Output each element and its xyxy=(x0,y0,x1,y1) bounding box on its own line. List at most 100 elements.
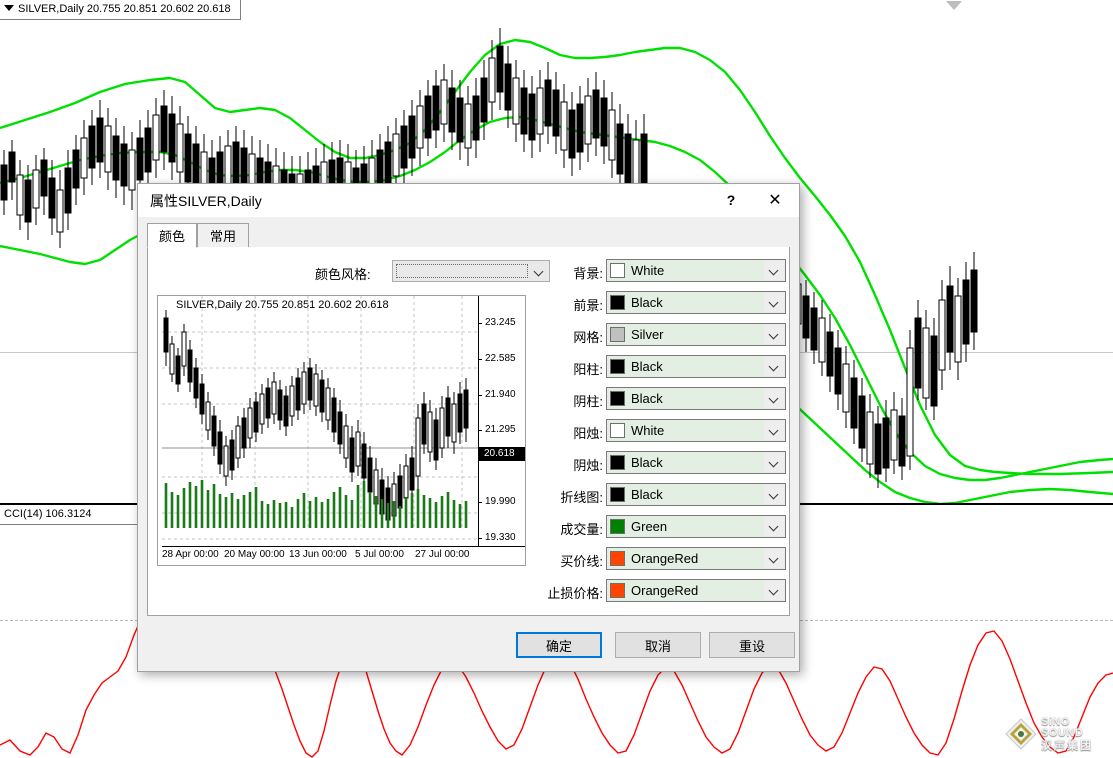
color-swatch xyxy=(610,327,625,342)
color-scheme-row: 颜色风格: xyxy=(315,260,550,284)
color-dropdown-foreground[interactable]: Black xyxy=(606,291,786,314)
chevron-down-icon[interactable] xyxy=(764,549,784,568)
price-pane-header: SILVER,Daily 20.755 20.851 20.602 20.618 xyxy=(0,0,241,20)
preview-price-tick: 19.990 xyxy=(485,496,516,507)
color-swatch xyxy=(610,551,625,566)
color-row-label: 阴烛: xyxy=(573,458,603,473)
color-row-bull-bar: 阳柱: Black xyxy=(548,355,788,381)
color-row-background: 背景: White xyxy=(548,259,788,285)
color-value: Black xyxy=(631,295,663,310)
color-row-label: 阳柱: xyxy=(573,362,603,377)
preview-date-tick: 28 Apr 00:00 xyxy=(162,549,219,560)
preview-price-tick: 21.940 xyxy=(485,389,516,400)
preview-date-axis: 28 Apr 00:00 20 May 00:00 13 Jun 00:00 5… xyxy=(162,546,525,565)
preview-current-price-tag: 20.618 xyxy=(479,447,525,461)
preview-date-tick: 5 Jul 00:00 xyxy=(355,549,404,560)
color-value: OrangeRed xyxy=(631,551,699,566)
color-row-volume: 成交量: Green xyxy=(548,515,788,541)
color-row-label: 成交量: xyxy=(560,522,603,537)
price-pane-header-text: SILVER,Daily 20.755 20.851 20.602 20.618 xyxy=(18,3,231,15)
color-value: OrangeRed xyxy=(631,583,699,598)
color-row-label: 阳烛: xyxy=(573,426,603,441)
color-row-label: 折线图: xyxy=(560,490,603,505)
color-swatch xyxy=(610,359,625,374)
color-dropdown-grid[interactable]: Silver xyxy=(606,323,786,346)
color-dropdown-background[interactable]: White xyxy=(606,259,786,282)
preview-current-price-value: 20.618 xyxy=(484,448,515,459)
color-value: Black xyxy=(631,391,663,406)
preview-date-tick: 13 Jun 00:00 xyxy=(289,549,347,560)
chevron-down-icon[interactable] xyxy=(764,517,784,536)
color-dropdown-bid-line[interactable]: OrangeRed xyxy=(606,547,786,570)
color-swatch xyxy=(610,487,625,502)
color-swatch xyxy=(610,391,625,406)
preview-price-tick: 19.330 xyxy=(485,532,516,543)
color-value: Black xyxy=(631,359,663,374)
color-row-bid-line: 买价线: OrangeRed xyxy=(548,547,788,573)
preview-price-tick: 22.585 xyxy=(485,353,516,364)
brand-watermark: SiNO SOUND 汉声集团 xyxy=(1004,714,1108,754)
preview-date-tick: 20 May 00:00 xyxy=(224,549,285,560)
color-dropdown-bull-bar[interactable]: Black xyxy=(606,355,786,378)
diamond-logo-icon xyxy=(1004,717,1038,751)
chevron-down-icon[interactable] xyxy=(764,293,784,312)
preview-date-tick: 27 Jul 00:00 xyxy=(415,549,470,560)
preview-plot-svg xyxy=(162,296,478,540)
watermark-chinese-text: 汉声集团 xyxy=(1041,739,1093,752)
color-row-label: 网格: xyxy=(573,330,603,345)
dialog-footer: 确定 取消 重设 xyxy=(138,616,799,671)
chevron-down-icon[interactable] xyxy=(764,453,784,472)
chevron-down-icon[interactable] xyxy=(764,485,784,504)
color-dropdown-stop-price[interactable]: OrangeRed xyxy=(606,579,786,602)
color-row-label: 前景: xyxy=(573,298,603,313)
chevron-down-icon[interactable] xyxy=(764,261,784,280)
color-swatch xyxy=(610,263,625,278)
color-value: Black xyxy=(631,455,663,470)
dialog-tabstrip: 颜色 常用 xyxy=(147,223,790,248)
color-row-line-chart: 折线图: Black xyxy=(548,483,788,509)
chevron-down-icon[interactable] xyxy=(764,325,784,344)
close-icon[interactable]: ✕ xyxy=(753,184,797,215)
cancel-button[interactable]: 取消 xyxy=(615,632,701,658)
chart-preview: SILVER,Daily 20.755 20.851 20.602 20.618 xyxy=(157,295,526,566)
help-icon[interactable]: ? xyxy=(709,184,753,215)
dialog-content-panel: 颜色风格: SILVER,Daily 20.755 20.851 20.602 … xyxy=(147,247,790,616)
color-value: Green xyxy=(631,519,668,534)
ok-button[interactable]: 确定 xyxy=(516,632,602,658)
color-row-bear-bar: 阴柱: Black xyxy=(548,387,788,413)
color-value: White xyxy=(631,423,665,438)
color-swatch xyxy=(610,519,625,534)
color-scheme-dropdown[interactable] xyxy=(392,260,550,282)
color-value: Black xyxy=(631,487,663,502)
chevron-down-icon[interactable] xyxy=(530,261,549,281)
watermark-english-text: SiNO SOUND xyxy=(1041,715,1084,739)
chevron-down-icon[interactable] xyxy=(764,389,784,408)
tab-common[interactable]: 常用 xyxy=(197,223,249,248)
chart-properties-dialog: 属性SILVER,Daily ? ✕ 颜色 常用 颜色风格: SILVER,Da… xyxy=(137,183,800,672)
color-dropdown-bull-candle[interactable]: White xyxy=(606,419,786,442)
reset-button[interactable]: 重设 xyxy=(709,632,795,658)
tab-colors[interactable]: 颜色 xyxy=(147,223,197,248)
chevron-down-icon[interactable] xyxy=(764,581,784,600)
dialog-titlebar[interactable]: 属性SILVER,Daily ? ✕ xyxy=(138,184,799,217)
color-row-foreground: 前景: Black xyxy=(548,291,788,317)
chart-dropdown-triangle-icon[interactable] xyxy=(946,1,962,10)
color-dropdown-bear-bar[interactable]: Black xyxy=(606,387,786,410)
color-row-bull-candle: 阳烛: White xyxy=(548,419,788,445)
color-swatch xyxy=(610,455,625,470)
color-dropdown-line-chart[interactable]: Black xyxy=(606,483,786,506)
dialog-title: 属性SILVER,Daily xyxy=(150,193,262,209)
collapse-triangle-icon[interactable] xyxy=(4,5,14,12)
preview-price-tick: 23.245 xyxy=(485,317,516,328)
color-dropdown-volume[interactable]: Green xyxy=(606,515,786,538)
color-scheme-value[interactable] xyxy=(396,264,528,278)
color-value: White xyxy=(631,263,665,278)
color-swatch xyxy=(610,295,625,310)
preview-price-tick: 21.295 xyxy=(485,424,516,435)
chevron-down-icon[interactable] xyxy=(764,357,784,376)
color-row-label: 止损价格: xyxy=(547,586,603,601)
color-swatch xyxy=(610,583,625,598)
chevron-down-icon[interactable] xyxy=(764,421,784,440)
color-dropdown-bear-candle[interactable]: Black xyxy=(606,451,786,474)
color-row-label: 背景: xyxy=(573,266,603,281)
